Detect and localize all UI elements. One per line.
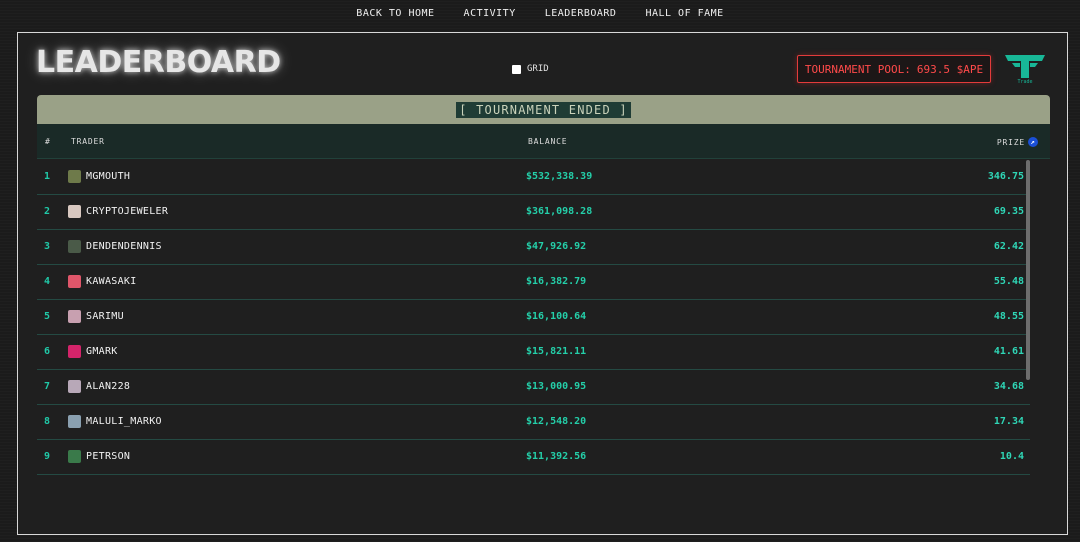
trader-balance: $12,548.20: [526, 416, 587, 427]
row-rank: 3: [44, 241, 51, 252]
trader-prize: 62.42: [993, 241, 1024, 252]
leaderboard-rows: 1 MGMOUTH $532,338.39 346.75 2 CRYPTOJEWELER $…: [37, 160, 1050, 505]
trader-prize: 41.61: [993, 346, 1024, 357]
table-row[interactable]: 9 PETRSON $11,392.56 10.4: [37, 440, 1030, 475]
grid-toggle[interactable]: GRID: [512, 64, 549, 74]
table-header: # TRADER BALANCE PRIZE ↗: [37, 124, 1050, 159]
scrollbar-thumb[interactable]: [1026, 160, 1030, 380]
tournament-pool-badge: TOURNAMENT POOL: 693.5 $APE: [797, 55, 991, 83]
table-row[interactable]: 5 SARIMU $16,100.64 48.55: [37, 300, 1030, 335]
trader-balance: $532,338.39: [526, 171, 593, 182]
trader-name[interactable]: MGMOUTH: [86, 171, 130, 182]
row-rank: 7: [44, 381, 51, 392]
page-title: LEADERBOARD: [36, 45, 281, 80]
trader-balance: $15,821.11: [526, 346, 587, 357]
tournament-status: [ TOURNAMENT ENDED ]: [456, 101, 631, 118]
trader-name[interactable]: CRYPTOJEWELER: [86, 206, 168, 217]
ape-coin-icon: ↗: [1028, 137, 1038, 147]
column-prize[interactable]: PRIZE ↗: [997, 137, 1038, 147]
trader-name[interactable]: PETRSON: [86, 451, 130, 462]
nav-activity[interactable]: ACTIVITY: [464, 8, 516, 19]
trader-name[interactable]: MALULI_MARKO: [86, 416, 162, 427]
row-rank: 2: [44, 206, 51, 217]
trader-name[interactable]: DENDENDENNIS: [86, 241, 162, 252]
status-banner: [ TOURNAMENT ENDED ]: [37, 95, 1050, 124]
trader-balance: $16,100.64: [526, 311, 587, 322]
row-rank: 1: [44, 171, 51, 182]
avatar: [68, 170, 81, 183]
avatar: [68, 240, 81, 253]
top-nav: BACK TO HOME ACTIVITY LEADERBOARD HALL O…: [0, 8, 1080, 19]
table-row[interactable]: 7 ALAN228 $13,000.95 34.68: [37, 370, 1030, 405]
table-row[interactable]: 1 MGMOUTH $532,338.39 346.75: [37, 160, 1030, 195]
table-row[interactable]: 2 CRYPTOJEWELER $361,098.28 69.35: [37, 195, 1030, 230]
avatar: [68, 275, 81, 288]
avatar: [68, 345, 81, 358]
trader-balance: $16,382.79: [526, 276, 587, 287]
column-rank: #: [45, 137, 51, 146]
trader-name[interactable]: SARIMU: [86, 311, 124, 322]
column-trader[interactable]: TRADER: [71, 137, 105, 146]
leaderboard-panel: LEADERBOARD GRID TOURNAMENT POOL: 693.5 …: [17, 32, 1068, 535]
trader-balance: $47,926.92: [526, 241, 587, 252]
prize-label: PRIZE: [996, 137, 1025, 147]
table-row[interactable]: 3 DENDENDENNIS $47,926.92 62.42: [37, 230, 1030, 265]
avatar: [68, 380, 81, 393]
avatar: [68, 205, 81, 218]
avatar: [68, 310, 81, 323]
trader-name[interactable]: ALAN228: [86, 381, 130, 392]
brand-logo[interactable]: Trade: [1000, 53, 1050, 87]
trader-prize: 69.35: [993, 206, 1024, 217]
logo-caption: Trade: [1017, 79, 1033, 85]
trader-prize: 346.75: [987, 171, 1024, 182]
trader-balance: $361,098.28: [526, 206, 593, 217]
trader-name[interactable]: GMARK: [86, 346, 118, 357]
trader-prize: 17.34: [993, 416, 1024, 427]
trader-balance: $13,000.95: [526, 381, 587, 392]
table-row[interactable]: 8 MALULI_MARKO $12,548.20 17.34: [37, 405, 1030, 440]
table-row[interactable]: 6 GMARK $15,821.11 41.61: [37, 335, 1030, 370]
trader-name[interactable]: KAWASAKI: [86, 276, 137, 287]
trader-balance: $11,392.56: [526, 451, 587, 462]
avatar: [68, 415, 81, 428]
trader-prize: 55.48: [993, 276, 1024, 287]
grid-label: GRID: [527, 64, 549, 74]
column-balance[interactable]: BALANCE: [528, 137, 567, 146]
trader-prize: 10.4: [999, 451, 1024, 462]
row-rank: 6: [44, 346, 51, 357]
tray-logo-icon: [1005, 55, 1045, 78]
pool-label: TOURNAMENT POOL:: [804, 62, 911, 76]
row-rank: 8: [44, 416, 51, 427]
pool-value: 693.5 $APE: [916, 62, 984, 76]
nav-leaderboard[interactable]: LEADERBOARD: [545, 8, 617, 19]
row-rank: 9: [44, 451, 51, 462]
row-rank: 5: [44, 311, 51, 322]
trader-prize: 48.55: [993, 311, 1024, 322]
table-row[interactable]: 4 KAWASAKI $16,382.79 55.48: [37, 265, 1030, 300]
row-rank: 4: [44, 276, 51, 287]
grid-checkbox[interactable]: [512, 64, 521, 74]
nav-back-to-home[interactable]: BACK TO HOME: [356, 8, 434, 19]
nav-hall-of-fame[interactable]: HALL OF FAME: [645, 8, 723, 19]
trader-prize: 34.68: [993, 381, 1024, 392]
avatar: [68, 450, 81, 463]
